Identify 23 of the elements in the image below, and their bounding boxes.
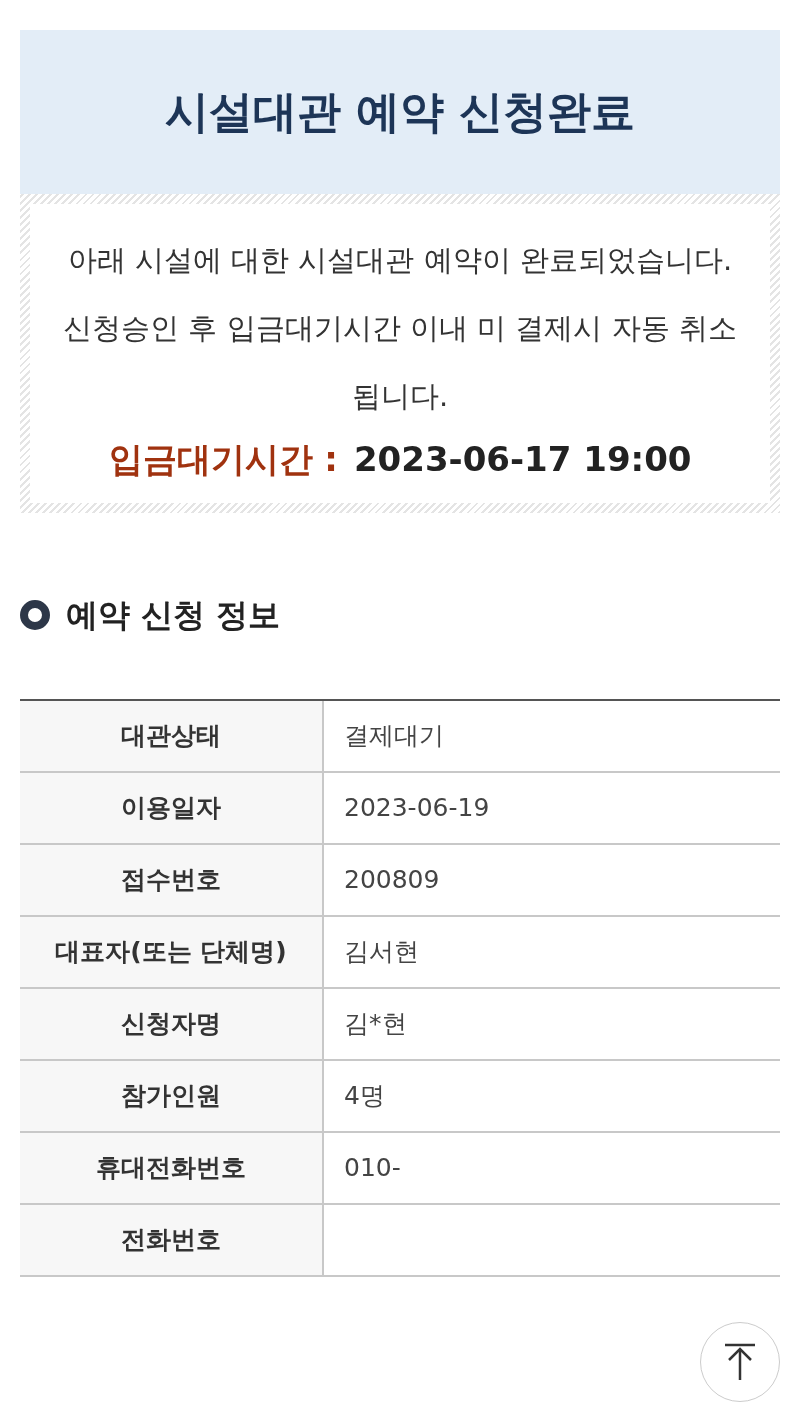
section-title: 예약 신청 정보 bbox=[66, 595, 281, 636]
page-title: 시설대관 예약 신청완료 bbox=[164, 85, 636, 139]
deadline-value: 2023-06-17 19:00 bbox=[353, 439, 692, 479]
row-label: 이용일자 bbox=[20, 773, 324, 843]
row-value: 4명 bbox=[344, 1080, 385, 1113]
row-label: 대관상태 bbox=[20, 701, 324, 771]
notice-text: 신청승인 후 입금대기시간 이내 미 결제시 자동 취소 됩니다. bbox=[62, 310, 738, 415]
row-value: 김서현 bbox=[344, 936, 419, 969]
row-label: 전화번호 bbox=[20, 1205, 324, 1275]
deadline-label: 입금대기시간 : bbox=[108, 439, 338, 479]
row-label: 신청자명 bbox=[20, 989, 324, 1059]
row-label: 대표자(또는 단체명) bbox=[20, 917, 324, 987]
row-value: 010- bbox=[344, 1152, 401, 1185]
row-label: 참가인원 bbox=[20, 1061, 324, 1131]
row-value: 200809 bbox=[344, 864, 440, 897]
row-value: 김*현 bbox=[344, 1008, 407, 1041]
notice-text: 아래 시설에 대한 시설대관 예약이 완료되었습니다. bbox=[66, 242, 734, 279]
arrow-up-icon bbox=[723, 1343, 757, 1381]
row-value: 결제대기 bbox=[344, 720, 444, 753]
row-label: 휴대전화번호 bbox=[20, 1133, 324, 1203]
row-value: 2023-06-19 bbox=[344, 792, 490, 825]
bullet-icon bbox=[20, 600, 50, 630]
row-label: 접수번호 bbox=[20, 845, 324, 915]
